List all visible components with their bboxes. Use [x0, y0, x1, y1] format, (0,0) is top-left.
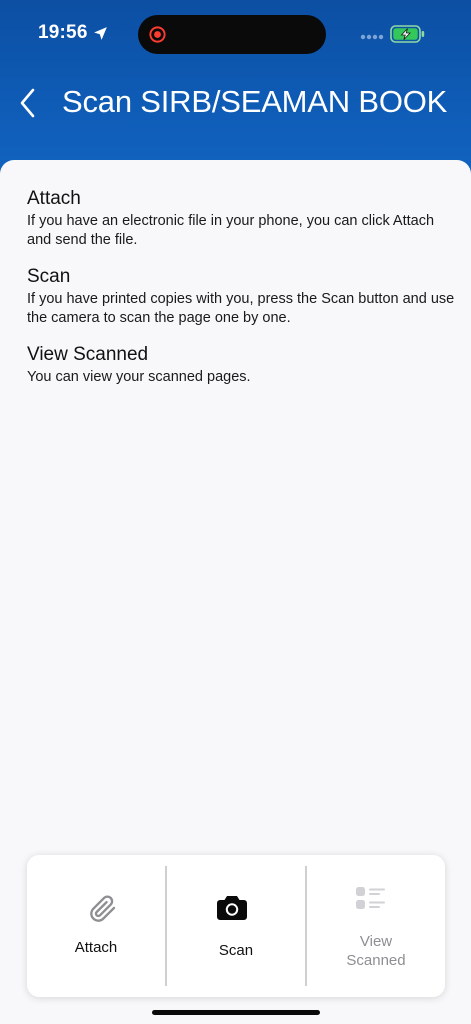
- list-icon: [356, 887, 385, 909]
- section-view-scanned: View Scanned You can view your scanned p…: [27, 344, 457, 387]
- section-title: View Scanned: [27, 344, 149, 365]
- section-attach: Attach If you have an electronic file in…: [27, 188, 457, 250]
- section-text: If you have printed copies with you, pre…: [27, 291, 455, 326]
- section-title: Attach: [27, 188, 81, 209]
- section-scan: Scan If you have printed copies with you…: [27, 266, 457, 328]
- scan-label: Scan: [218, 942, 254, 959]
- screen-recording-icon: [149, 26, 166, 43]
- attach-button[interactable]: Attach: [27, 855, 165, 997]
- cellular-signal-icon: [360, 34, 384, 40]
- app-header: 19:56 Scan SIRB/SEAMAN BOOK: [0, 0, 471, 180]
- page-title: Scan SIRB/SEAMAN BOOK: [62, 84, 448, 119]
- scanned-label: Scanned: [346, 952, 406, 969]
- section-text: If you have an electronic file in your p…: [27, 213, 435, 248]
- action-bar: Attach Scan View Scanned: [27, 855, 445, 997]
- attach-label: Attach: [74, 939, 118, 956]
- view-scanned-button[interactable]: View Scanned: [307, 855, 445, 997]
- location-arrow-icon: [94, 27, 107, 40]
- scan-button[interactable]: Scan: [167, 855, 305, 997]
- status-time: 19:56: [38, 22, 88, 43]
- camera-icon: [217, 896, 247, 920]
- back-chevron-icon[interactable]: [16, 86, 40, 120]
- view-label: View: [359, 933, 393, 950]
- section-title: Scan: [27, 266, 71, 287]
- section-text: You can view your scanned pages.: [27, 369, 251, 385]
- battery-charging-icon: [390, 25, 425, 43]
- paperclip-icon: [90, 895, 116, 922]
- home-indicator[interactable]: [152, 1010, 320, 1015]
